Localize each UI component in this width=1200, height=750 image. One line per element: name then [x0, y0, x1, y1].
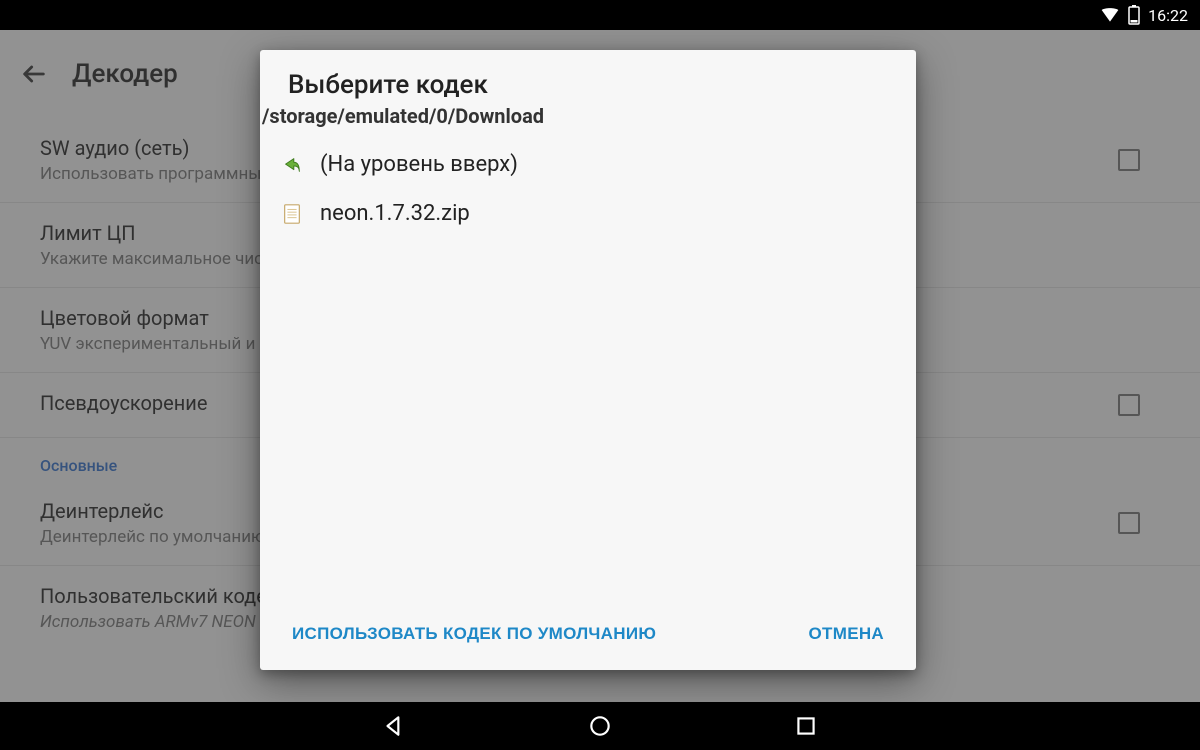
- file-icon: [280, 202, 304, 226]
- file-name: (На уровень вверх): [320, 152, 518, 177]
- nav-recent-icon[interactable]: [793, 713, 819, 739]
- nav-back-icon[interactable]: [381, 713, 407, 739]
- dialog-path: /storage/emulated/0/Download: [262, 104, 544, 128]
- wifi-icon: [1100, 5, 1120, 25]
- nav-home-icon[interactable]: [587, 713, 613, 739]
- navigation-bar: [0, 702, 1200, 750]
- file-row-up[interactable]: (На уровень вверх): [268, 140, 908, 189]
- back-arrow-icon: [280, 153, 304, 177]
- battery-icon: [1128, 5, 1140, 25]
- use-default-codec-button[interactable]: ИСПОЛЬЗОВАТЬ КОДЕК ПО УМОЛЧАНИЮ: [288, 616, 660, 652]
- codec-picker-dialog: Выберите кодек /storage/emulated/0/Downl…: [260, 50, 916, 670]
- status-time: 16:22: [1148, 6, 1188, 25]
- dialog-title: Выберите кодек: [288, 70, 888, 100]
- file-row[interactable]: neon.1.7.32.zip: [268, 189, 908, 238]
- status-bar: 16:22: [0, 0, 1200, 30]
- file-list: (На уровень вверх) neon.1.7.32.zip: [260, 136, 916, 606]
- file-name: neon.1.7.32.zip: [320, 201, 470, 226]
- cancel-button[interactable]: ОТМЕНА: [805, 616, 888, 652]
